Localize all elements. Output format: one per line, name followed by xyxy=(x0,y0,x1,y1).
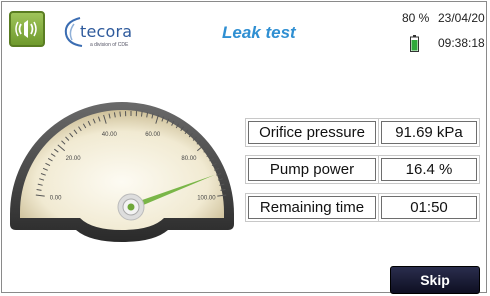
page-title: Leak test xyxy=(222,23,296,42)
gauge-tick-label: 20.00 xyxy=(66,156,82,162)
sound-toggle-button[interactable] xyxy=(9,11,45,47)
time-display: 09:38:18 xyxy=(438,36,485,50)
skip-button[interactable]: Skip xyxy=(390,266,480,294)
orifice-pressure-value: 91.69 kPa xyxy=(381,121,477,144)
gauge-tick xyxy=(119,111,121,117)
pump-power-value: 16.4 % xyxy=(381,158,477,181)
gauge-tick-label: 40.00 xyxy=(102,132,118,138)
logo-subtitle: a division of CDE xyxy=(90,42,129,48)
speaker-icon xyxy=(15,20,37,38)
gauge-tick-label: 80.00 xyxy=(181,156,197,162)
gauge-tick xyxy=(141,111,143,117)
gauge-tick-label: 0.00 xyxy=(50,196,62,202)
battery-icon xyxy=(410,35,419,52)
date-display: 23/04/20 xyxy=(438,11,485,25)
gauge-tick-label: 60.00 xyxy=(145,132,161,138)
remaining-time-label: Remaining time xyxy=(248,196,376,219)
orifice-pressure-label: Orifice pressure xyxy=(248,121,376,144)
gauge-tick-label: 100.00 xyxy=(197,196,216,202)
pressure-gauge: 0.00 20.00 40.00 60.00 80.00 100.00 xyxy=(10,102,234,242)
pump-power-label: Pump power xyxy=(248,158,376,181)
logo-text: tecora xyxy=(80,22,133,41)
remaining-time-value: 01:50 xyxy=(381,196,477,219)
battery-percent: 80 % xyxy=(402,11,430,25)
